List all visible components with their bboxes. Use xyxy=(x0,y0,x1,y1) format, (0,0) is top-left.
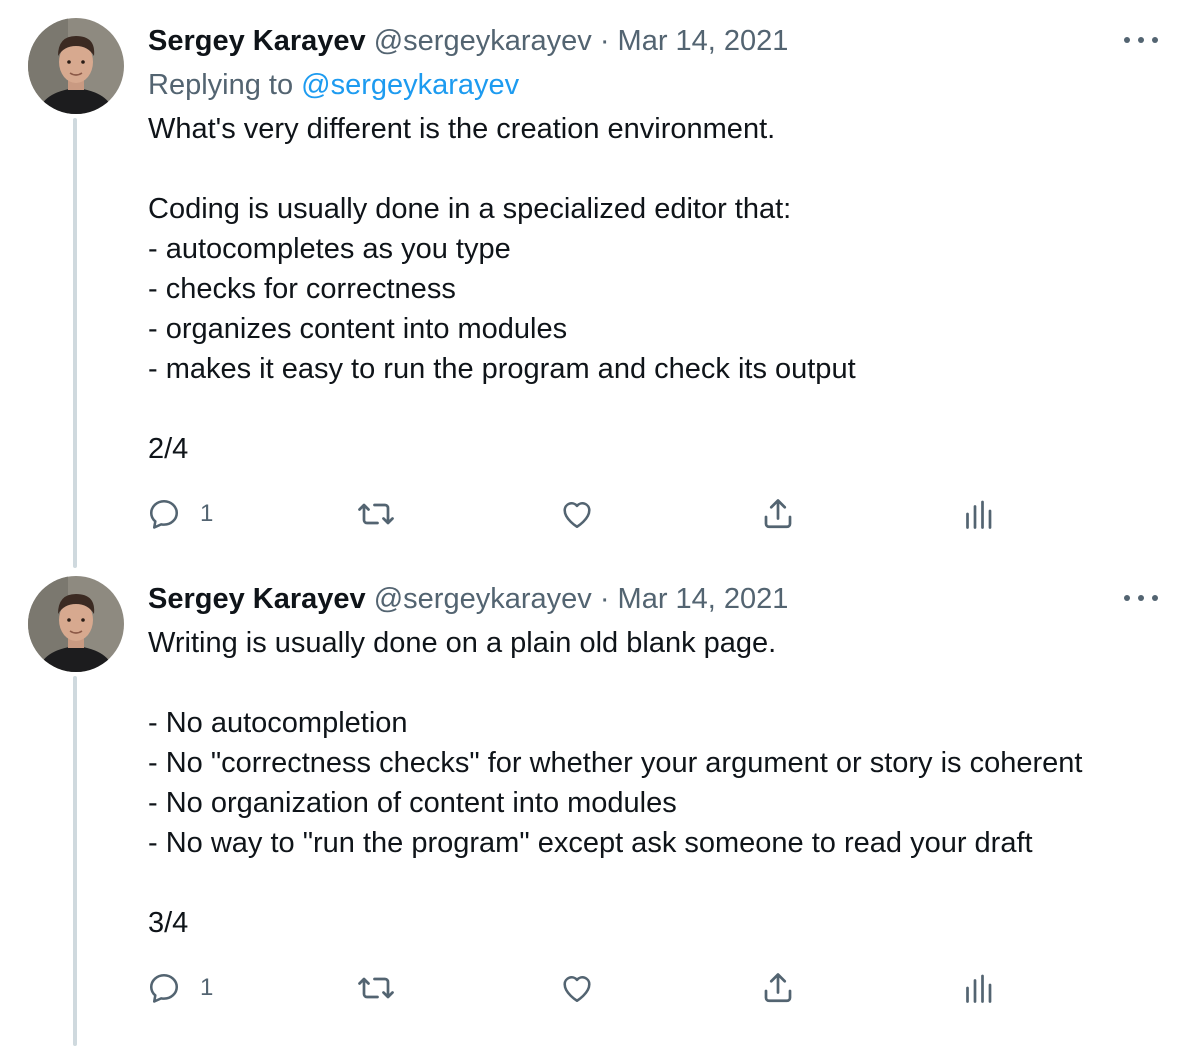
share-icon xyxy=(764,973,792,1003)
retweet-button[interactable] xyxy=(356,494,396,534)
reply-button[interactable]: 1 xyxy=(146,494,213,534)
analytics-icon xyxy=(966,500,992,529)
text-line: Coding is usually done in a specialized … xyxy=(148,193,792,225)
tweet-header: Sergey Karayev @sergeykarayev · Mar 14, … xyxy=(148,580,788,618)
text-line: - No organization of content into module… xyxy=(148,787,677,819)
tweet-thread: Sergey Karayev @sergeykarayev · Mar 14, … xyxy=(0,0,1192,1046)
text-line xyxy=(148,389,856,429)
author-handle[interactable]: @sergeykarayev xyxy=(374,583,592,615)
tweet-text: What's very different is the creation en… xyxy=(148,109,856,469)
text-line: - No autocompletion xyxy=(148,707,408,739)
retweet-button[interactable] xyxy=(356,968,396,1008)
text-line: - autocompletes as you type xyxy=(148,233,511,265)
profile-photo-icon xyxy=(28,18,124,114)
retweet-icon xyxy=(358,503,394,525)
text-line: - makes it easy to run the program and c… xyxy=(148,353,856,385)
analytics-button[interactable] xyxy=(960,968,996,1008)
tweet-text: Writing is usually done on a plain old b… xyxy=(148,623,1082,943)
analytics-button[interactable] xyxy=(960,494,996,534)
tweet-header: Sergey Karayev @sergeykarayev · Mar 14, … xyxy=(148,22,788,60)
tweet-date[interactable]: Mar 14, 2021 xyxy=(618,25,789,57)
more-options-icon[interactable] xyxy=(1124,588,1158,608)
replying-to-link[interactable]: @sergeykarayev xyxy=(301,69,519,101)
like-icon xyxy=(563,976,591,1003)
reply-icon xyxy=(149,499,179,529)
text-line xyxy=(148,663,1082,703)
text-line: - No way to "run the program" except ask… xyxy=(148,827,1033,859)
separator: · xyxy=(599,583,610,615)
text-line: - organizes content into modules xyxy=(148,313,568,345)
author-handle[interactable]: @sergeykarayev xyxy=(374,25,592,57)
text-line: Writing is usually done on a plain old b… xyxy=(148,627,777,659)
like-button[interactable] xyxy=(559,968,595,1008)
author-name[interactable]: Sergey Karayev xyxy=(148,25,366,57)
text-line: - No "correctness checks" for whether yo… xyxy=(148,747,1083,779)
avatar[interactable] xyxy=(28,576,124,672)
share-button[interactable] xyxy=(760,494,796,534)
share-button[interactable] xyxy=(760,968,796,1008)
text-line: - checks for correctness xyxy=(148,273,456,305)
retweet-icon xyxy=(358,977,394,999)
share-icon xyxy=(764,499,792,529)
tweet-date[interactable]: Mar 14, 2021 xyxy=(618,583,789,615)
thread-connector xyxy=(73,118,77,568)
text-line xyxy=(148,863,1082,903)
like-button[interactable] xyxy=(559,494,595,534)
like-icon xyxy=(563,502,591,529)
text-line xyxy=(148,149,856,189)
analytics-icon xyxy=(966,974,992,1003)
text-line: 2/4 xyxy=(148,433,189,465)
profile-photo-icon xyxy=(28,576,124,672)
separator: · xyxy=(599,25,610,57)
replying-to-label: Replying to xyxy=(148,69,294,101)
replying-to: Replying to @sergeykarayev xyxy=(148,66,519,104)
text-line: 3/4 xyxy=(148,907,189,939)
reply-button[interactable]: 1 xyxy=(146,968,213,1008)
author-name[interactable]: Sergey Karayev xyxy=(148,583,366,615)
thread-connector xyxy=(73,676,77,1046)
tweet-actions: 1 xyxy=(146,494,1006,534)
more-options-icon[interactable] xyxy=(1124,30,1158,50)
reply-icon xyxy=(149,973,179,1003)
avatar[interactable] xyxy=(28,18,124,114)
reply-count: 1 xyxy=(200,500,214,527)
reply-count: 1 xyxy=(200,974,214,1001)
tweet-actions: 1 xyxy=(146,968,1006,1008)
text-line: What's very different is the creation en… xyxy=(148,113,776,145)
